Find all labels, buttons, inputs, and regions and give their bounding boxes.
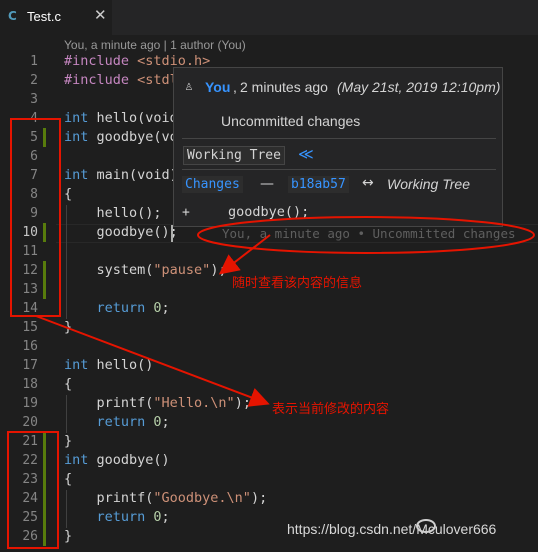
arrow-to-gutter — [35, 315, 270, 407]
wechat-logo-icon — [416, 519, 436, 533]
annotation-note-info: 随时查看该内容的信息 — [232, 276, 363, 291]
annotation-note-changes: 表示当前修改的内容 — [272, 402, 390, 417]
highlight-ellipse — [197, 216, 535, 254]
highlight-box-top — [10, 118, 61, 317]
arrow-to-blame — [218, 234, 271, 275]
highlight-box-bottom — [7, 431, 59, 549]
watermark: https://blog.csdn.net/Mculover666 — [287, 521, 497, 537]
